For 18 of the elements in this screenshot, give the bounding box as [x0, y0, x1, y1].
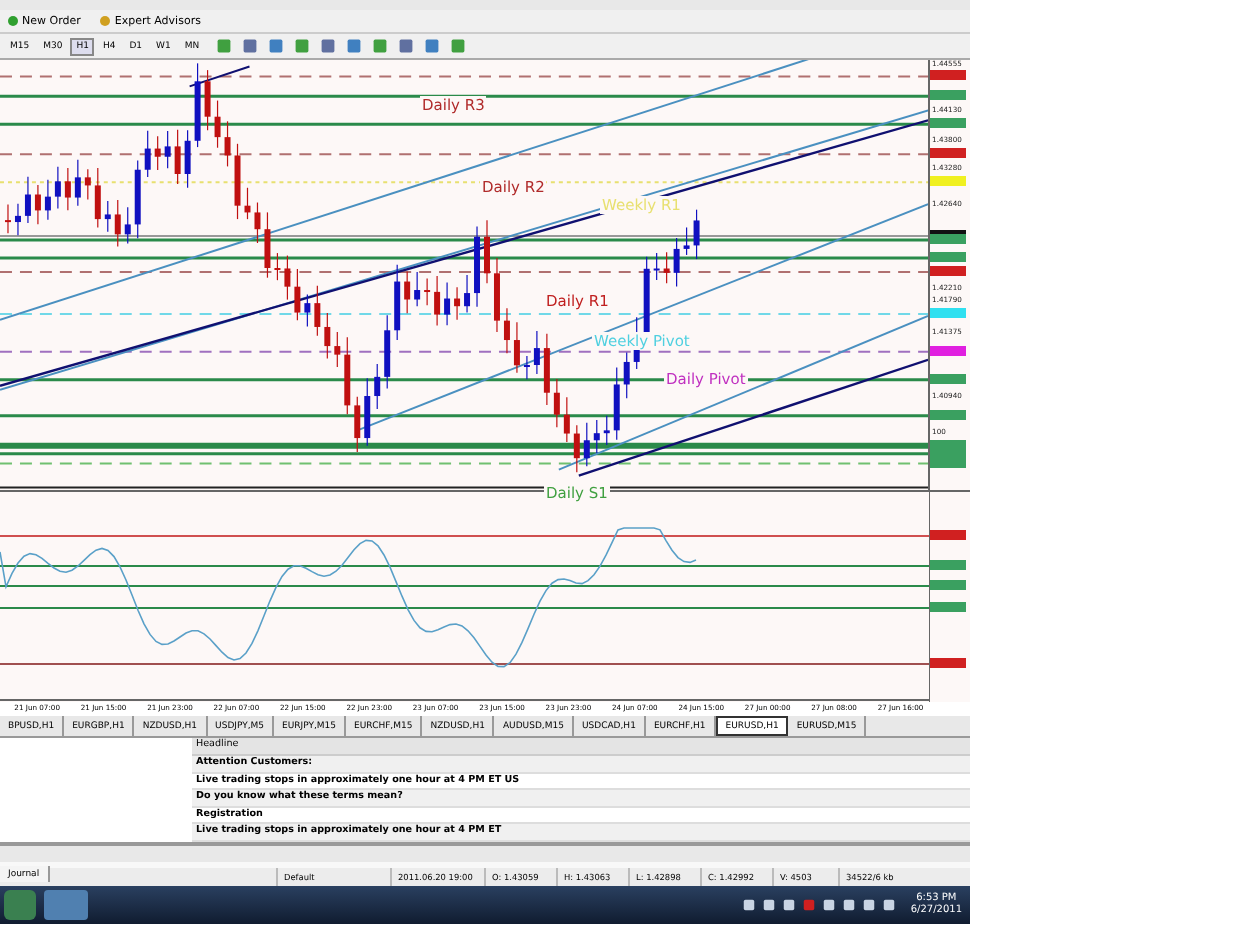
level-tag	[930, 602, 966, 612]
price-tag	[930, 374, 967, 384]
price-tag	[930, 410, 967, 420]
price-tag	[930, 266, 967, 276]
price-tag	[930, 118, 967, 128]
level-tag	[930, 530, 966, 540]
price-tag	[930, 346, 967, 356]
taskbar-app-icon[interactable]	[44, 889, 88, 919]
level-tag	[930, 560, 966, 570]
price-tag	[930, 70, 967, 80]
start-button[interactable]	[4, 889, 36, 919]
level-tag	[930, 580, 966, 590]
price-tag	[930, 90, 967, 100]
level-tag	[930, 658, 966, 668]
price-tag	[930, 308, 967, 318]
price-tag	[930, 148, 967, 158]
price-tag	[930, 252, 967, 262]
price-tag	[930, 176, 967, 186]
